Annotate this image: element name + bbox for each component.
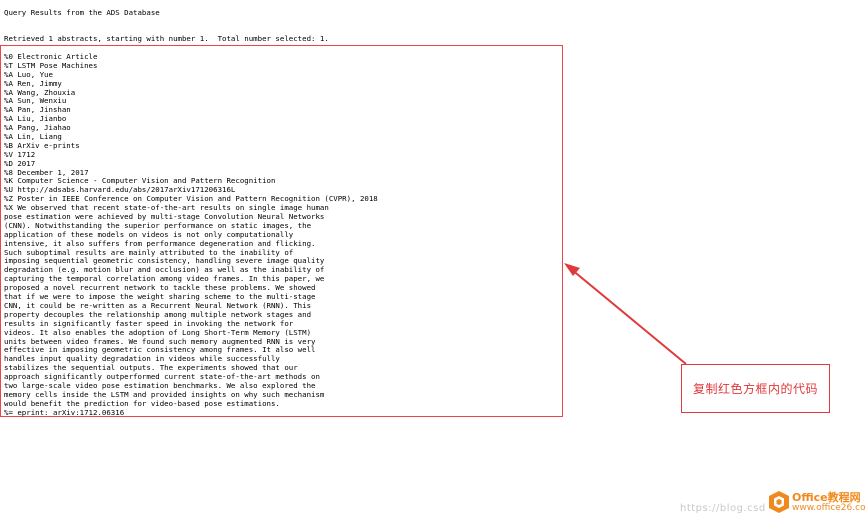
callout-text: 复制红色方框内的代码: [692, 382, 818, 396]
record-line: %B ArXiv e-prints: [4, 140, 80, 150]
brand-site: www.office26.com: [792, 503, 866, 513]
record-line: %= eprint: arXiv:1712.06316: [4, 407, 125, 417]
record-lines: %0 Electronic Article %T LSTM Pose Machin…: [4, 52, 378, 418]
office-logo-icon: [769, 491, 789, 513]
page-title: Query Results from the ADS Database: [4, 8, 160, 17]
record-line: %T LSTM Pose Machines: [4, 60, 98, 70]
arrow-shaft: [570, 268, 687, 365]
arrow-head-icon: [564, 263, 580, 276]
record-line: %V 1712: [4, 149, 36, 159]
results-summary: Retrieved 1 abstracts, starting with num…: [4, 34, 329, 43]
callout-box: 复制红色方框内的代码: [681, 364, 830, 413]
highlighted-record-box: %0 Electronic Article %T LSTM Pose Machin…: [0, 45, 563, 417]
watermark-url: https://blog.csd: [680, 503, 766, 514]
brand-watermark: Office教程网 www.office26.com: [768, 489, 866, 517]
